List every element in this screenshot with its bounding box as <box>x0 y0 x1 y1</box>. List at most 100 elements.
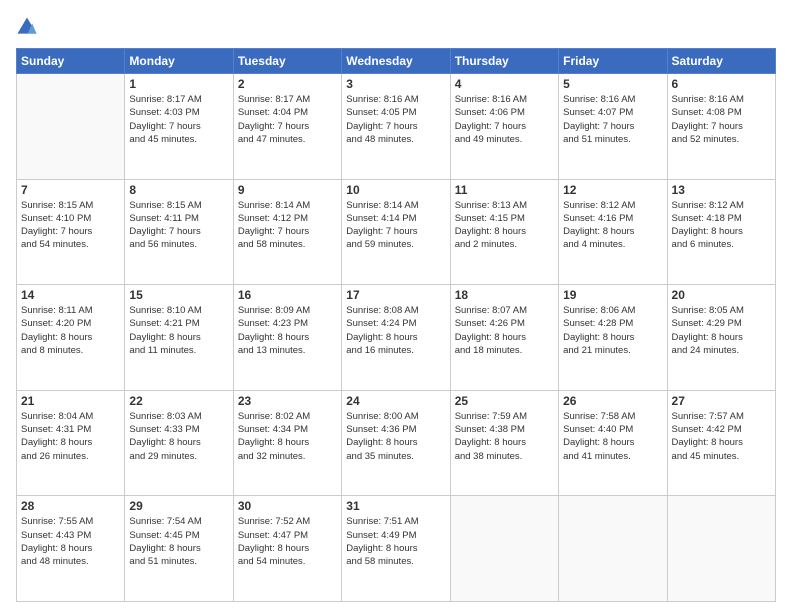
cell-info: Sunrise: 7:51 AM Sunset: 4:49 PM Dayligh… <box>346 515 445 568</box>
calendar-cell: 3 Sunrise: 8:16 AM Sunset: 4:05 PM Daylig… <box>342 74 450 180</box>
calendar-cell: 20 Sunrise: 8:05 AM Sunset: 4:29 PM Dayli… <box>667 285 775 391</box>
day-number: 24 <box>346 394 445 408</box>
calendar-cell: 29 Sunrise: 7:54 AM Sunset: 4:45 PM Dayli… <box>125 496 233 602</box>
calendar-cell: 28Sunrise: 7:55 AM Sunset: 4:43 PM Dayli… <box>17 496 125 602</box>
cell-info: Sunrise: 8:14 AM Sunset: 4:14 PM Dayligh… <box>346 199 445 252</box>
cell-info: Sunrise: 8:16 AM Sunset: 4:08 PM Dayligh… <box>672 93 771 146</box>
day-number: 11 <box>455 183 554 197</box>
calendar-cell: 16 Sunrise: 8:09 AM Sunset: 4:23 PM Dayli… <box>233 285 341 391</box>
calendar-cell: 17 Sunrise: 8:08 AM Sunset: 4:24 PM Dayli… <box>342 285 450 391</box>
cell-info: Sunrise: 7:52 AM Sunset: 4:47 PM Dayligh… <box>238 515 337 568</box>
logo <box>16 16 42 38</box>
day-number: 5 <box>563 77 662 91</box>
col-header-saturday: Saturday <box>667 49 775 74</box>
cell-info: Sunrise: 8:15 AM Sunset: 4:10 PM Dayligh… <box>21 199 120 252</box>
col-header-thursday: Thursday <box>450 49 558 74</box>
cell-info: Sunrise: 8:15 AM Sunset: 4:11 PM Dayligh… <box>129 199 228 252</box>
col-header-monday: Monday <box>125 49 233 74</box>
day-number: 1 <box>129 77 228 91</box>
day-number: 17 <box>346 288 445 302</box>
day-number: 15 <box>129 288 228 302</box>
col-header-sunday: Sunday <box>17 49 125 74</box>
cell-info: Sunrise: 8:00 AM Sunset: 4:36 PM Dayligh… <box>346 410 445 463</box>
day-number: 4 <box>455 77 554 91</box>
day-number: 2 <box>238 77 337 91</box>
day-number: 16 <box>238 288 337 302</box>
calendar-cell: 15 Sunrise: 8:10 AM Sunset: 4:21 PM Dayli… <box>125 285 233 391</box>
day-number: 6 <box>672 77 771 91</box>
day-number: 12 <box>563 183 662 197</box>
cell-info: Sunrise: 7:59 AM Sunset: 4:38 PM Dayligh… <box>455 410 554 463</box>
cell-info: Sunrise: 7:54 AM Sunset: 4:45 PM Dayligh… <box>129 515 228 568</box>
cell-info: Sunrise: 8:17 AM Sunset: 4:04 PM Dayligh… <box>238 93 337 146</box>
week-row-0: 1 Sunrise: 8:17 AM Sunset: 4:03 PM Daylig… <box>17 74 776 180</box>
day-number: 27 <box>672 394 771 408</box>
day-number: 23 <box>238 394 337 408</box>
cell-info: Sunrise: 8:12 AM Sunset: 4:16 PM Dayligh… <box>563 199 662 252</box>
col-header-tuesday: Tuesday <box>233 49 341 74</box>
calendar-cell: 14Sunrise: 8:11 AM Sunset: 4:20 PM Dayli… <box>17 285 125 391</box>
cell-info: Sunrise: 8:10 AM Sunset: 4:21 PM Dayligh… <box>129 304 228 357</box>
day-number: 14 <box>21 288 120 302</box>
cell-info: Sunrise: 8:09 AM Sunset: 4:23 PM Dayligh… <box>238 304 337 357</box>
calendar-cell: 7 Sunrise: 8:15 AM Sunset: 4:10 PM Daylig… <box>17 179 125 285</box>
cell-info: Sunrise: 8:08 AM Sunset: 4:24 PM Dayligh… <box>346 304 445 357</box>
day-number: 26 <box>563 394 662 408</box>
calendar-cell: 18Sunrise: 8:07 AM Sunset: 4:26 PM Dayli… <box>450 285 558 391</box>
day-number: 9 <box>238 183 337 197</box>
calendar-cell <box>17 74 125 180</box>
week-row-1: 7 Sunrise: 8:15 AM Sunset: 4:10 PM Daylig… <box>17 179 776 285</box>
cell-info: Sunrise: 8:05 AM Sunset: 4:29 PM Dayligh… <box>672 304 771 357</box>
cell-info: Sunrise: 8:17 AM Sunset: 4:03 PM Dayligh… <box>129 93 228 146</box>
day-number: 30 <box>238 499 337 513</box>
cell-info: Sunrise: 8:14 AM Sunset: 4:12 PM Dayligh… <box>238 199 337 252</box>
page: SundayMondayTuesdayWednesdayThursdayFrid… <box>0 0 792 612</box>
header <box>16 16 776 38</box>
week-row-3: 21 Sunrise: 8:04 AM Sunset: 4:31 PM Dayli… <box>17 390 776 496</box>
week-row-2: 14Sunrise: 8:11 AM Sunset: 4:20 PM Dayli… <box>17 285 776 391</box>
calendar-cell: 2 Sunrise: 8:17 AM Sunset: 4:04 PM Daylig… <box>233 74 341 180</box>
calendar-cell: 23 Sunrise: 8:02 AM Sunset: 4:34 PM Dayli… <box>233 390 341 496</box>
day-number: 21 <box>21 394 120 408</box>
calendar-cell: 19Sunrise: 8:06 AM Sunset: 4:28 PM Dayli… <box>559 285 667 391</box>
cell-info: Sunrise: 7:57 AM Sunset: 4:42 PM Dayligh… <box>672 410 771 463</box>
calendar-cell <box>450 496 558 602</box>
cell-info: Sunrise: 8:07 AM Sunset: 4:26 PM Dayligh… <box>455 304 554 357</box>
calendar-cell: 22 Sunrise: 8:03 AM Sunset: 4:33 PM Dayli… <box>125 390 233 496</box>
col-header-wednesday: Wednesday <box>342 49 450 74</box>
cell-info: Sunrise: 7:58 AM Sunset: 4:40 PM Dayligh… <box>563 410 662 463</box>
calendar-cell: 9 Sunrise: 8:14 AM Sunset: 4:12 PM Daylig… <box>233 179 341 285</box>
calendar-cell: 1 Sunrise: 8:17 AM Sunset: 4:03 PM Daylig… <box>125 74 233 180</box>
cell-info: Sunrise: 8:16 AM Sunset: 4:06 PM Dayligh… <box>455 93 554 146</box>
calendar-cell: 12 Sunrise: 8:12 AM Sunset: 4:16 PM Dayli… <box>559 179 667 285</box>
calendar-cell: 27 Sunrise: 7:57 AM Sunset: 4:42 PM Dayli… <box>667 390 775 496</box>
cell-info: Sunrise: 8:02 AM Sunset: 4:34 PM Dayligh… <box>238 410 337 463</box>
calendar-cell: 8 Sunrise: 8:15 AM Sunset: 4:11 PM Daylig… <box>125 179 233 285</box>
calendar-header-row: SundayMondayTuesdayWednesdayThursdayFrid… <box>17 49 776 74</box>
day-number: 7 <box>21 183 120 197</box>
calendar-cell: 11Sunrise: 8:13 AM Sunset: 4:15 PM Dayli… <box>450 179 558 285</box>
cell-info: Sunrise: 8:03 AM Sunset: 4:33 PM Dayligh… <box>129 410 228 463</box>
day-number: 20 <box>672 288 771 302</box>
calendar-cell: 25 Sunrise: 7:59 AM Sunset: 4:38 PM Dayli… <box>450 390 558 496</box>
cell-info: Sunrise: 8:16 AM Sunset: 4:05 PM Dayligh… <box>346 93 445 146</box>
calendar-cell <box>559 496 667 602</box>
calendar-cell: 26 Sunrise: 7:58 AM Sunset: 4:40 PM Dayli… <box>559 390 667 496</box>
day-number: 25 <box>455 394 554 408</box>
calendar-cell: 5 Sunrise: 8:16 AM Sunset: 4:07 PM Daylig… <box>559 74 667 180</box>
day-number: 3 <box>346 77 445 91</box>
day-number: 10 <box>346 183 445 197</box>
day-number: 31 <box>346 499 445 513</box>
calendar-cell: 6 Sunrise: 8:16 AM Sunset: 4:08 PM Daylig… <box>667 74 775 180</box>
cell-info: Sunrise: 8:04 AM Sunset: 4:31 PM Dayligh… <box>21 410 120 463</box>
cell-info: Sunrise: 8:16 AM Sunset: 4:07 PM Dayligh… <box>563 93 662 146</box>
calendar-cell: 30 Sunrise: 7:52 AM Sunset: 4:47 PM Dayli… <box>233 496 341 602</box>
col-header-friday: Friday <box>559 49 667 74</box>
day-number: 13 <box>672 183 771 197</box>
calendar-cell: 4 Sunrise: 8:16 AM Sunset: 4:06 PM Daylig… <box>450 74 558 180</box>
cell-info: Sunrise: 8:12 AM Sunset: 4:18 PM Dayligh… <box>672 199 771 252</box>
day-number: 29 <box>129 499 228 513</box>
day-number: 22 <box>129 394 228 408</box>
cell-info: Sunrise: 7:55 AM Sunset: 4:43 PM Dayligh… <box>21 515 120 568</box>
day-number: 8 <box>129 183 228 197</box>
